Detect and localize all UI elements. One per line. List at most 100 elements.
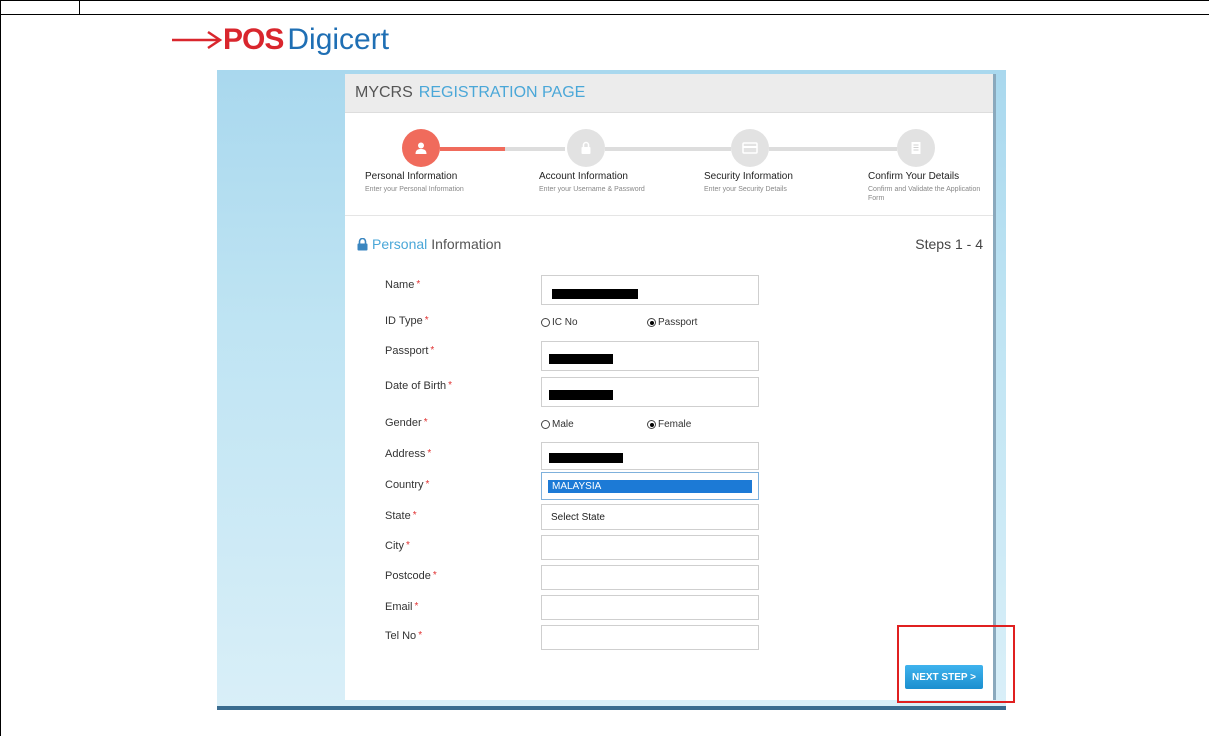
progress-steps: Personal Information Enter your Personal…	[345, 119, 993, 219]
step-2-title: Account Information	[539, 171, 628, 182]
tel-input[interactable]	[541, 625, 759, 650]
required-marker: *	[414, 601, 419, 612]
page-title-primary: MYCRS	[355, 84, 413, 101]
background-bottom-strip	[217, 706, 1006, 710]
passport-label: Passport *	[385, 345, 434, 357]
required-marker: *	[430, 345, 435, 356]
idtype-option-ic[interactable]: IC No	[541, 317, 578, 328]
email-label: Email *	[385, 601, 418, 613]
frame-cell-divider	[79, 0, 80, 14]
step-1-circle[interactable]	[402, 129, 440, 167]
frame-left-border	[0, 0, 1, 736]
required-marker: *	[424, 315, 429, 326]
radio-female[interactable]	[647, 420, 656, 429]
idtype-option-passport[interactable]: Passport	[647, 317, 697, 328]
country-selected-value: MALAYSIA	[548, 480, 752, 493]
logo: POS Digicert	[170, 20, 389, 60]
gender-option-female[interactable]: Female	[647, 419, 691, 430]
name-label-text: Name	[385, 279, 415, 291]
frame-top-border	[0, 0, 1209, 1]
required-marker: *	[412, 510, 417, 521]
step-2-subtitle: Enter your Username & Password	[539, 186, 645, 193]
radio-male[interactable]	[541, 420, 550, 429]
registration-card: MYCRS REGISTRATION PAGE Personal Informa…	[345, 74, 996, 700]
required-marker: *	[427, 448, 432, 459]
tel-label: Tel No *	[385, 630, 422, 642]
redaction-bar	[549, 453, 623, 463]
step-1-subtitle: Enter your Personal Information	[365, 186, 464, 193]
email-input[interactable]	[541, 595, 759, 620]
section-title: Personal Information	[357, 236, 501, 252]
highlight-box	[897, 625, 1015, 703]
required-marker: *	[418, 630, 423, 641]
tel-label-text: Tel No	[385, 630, 417, 642]
radio-ic[interactable]	[541, 318, 550, 327]
step-4-circle[interactable]	[897, 129, 935, 167]
redaction-bar	[549, 354, 613, 364]
step-2-circle[interactable]	[567, 129, 605, 167]
required-marker: *	[423, 417, 428, 428]
card-icon	[742, 142, 758, 154]
country-label: Country *	[385, 479, 429, 491]
frame-row-divider	[0, 14, 1209, 15]
postcode-label: Postcode *	[385, 570, 437, 582]
section-title-rest: Information	[431, 236, 502, 252]
radio-ic-label: IC No	[552, 317, 578, 328]
passport-input[interactable]	[541, 341, 759, 371]
postcode-input[interactable]	[541, 565, 759, 590]
dob-input[interactable]	[541, 377, 759, 407]
steps-divider	[345, 215, 993, 216]
required-marker: *	[448, 380, 453, 391]
redaction-bar	[552, 289, 638, 299]
logo-pos-text: POS	[223, 23, 284, 56]
state-label-text: State	[385, 510, 411, 522]
address-input[interactable]	[541, 442, 759, 470]
country-select[interactable]: MALAYSIA	[541, 472, 759, 500]
redaction-bar	[549, 390, 613, 400]
state-selected-value: Select State	[551, 512, 605, 523]
steps-counter: Steps 1 - 4	[915, 236, 983, 252]
step-4-subtitle: Confirm and Validate the Application For…	[868, 186, 981, 202]
gender-label-text: Gender	[385, 417, 422, 429]
red-arrow-icon	[172, 30, 223, 50]
required-marker: *	[416, 279, 421, 290]
gender-option-male[interactable]: Male	[541, 419, 574, 430]
step-connector-3	[769, 147, 897, 151]
idtype-label: ID Type *	[385, 315, 429, 327]
gender-label: Gender *	[385, 417, 428, 429]
email-label-text: Email	[385, 601, 413, 613]
city-label-text: City	[385, 540, 404, 552]
state-select[interactable]: Select State	[541, 504, 759, 530]
document-icon	[911, 142, 921, 154]
name-label: Name *	[385, 279, 420, 291]
radio-passport-label: Passport	[658, 317, 698, 328]
step-3-title: Security Information	[704, 171, 793, 182]
step-4-title: Confirm Your Details	[868, 171, 960, 182]
padlock-icon	[357, 237, 368, 250]
postcode-label-text: Postcode	[385, 570, 431, 582]
step-3-circle[interactable]	[731, 129, 769, 167]
section-title-highlight: Personal	[372, 236, 428, 252]
step-1-title: Personal Information	[365, 171, 458, 182]
required-marker: *	[425, 479, 430, 490]
address-label-text: Address	[385, 448, 426, 460]
page-title: MYCRS REGISTRATION PAGE	[355, 84, 585, 102]
page-title-secondary: REGISTRATION PAGE	[418, 84, 586, 101]
card-header: MYCRS REGISTRATION PAGE	[345, 74, 993, 113]
dob-label: Date of Birth *	[385, 380, 452, 392]
city-input[interactable]	[541, 535, 759, 560]
country-label-text: Country	[385, 479, 424, 491]
city-label: City *	[385, 540, 410, 552]
radio-female-label: Female	[658, 419, 692, 430]
user-icon	[415, 142, 427, 154]
required-marker: *	[432, 570, 437, 581]
step-3-subtitle: Enter your Security Details	[704, 186, 787, 193]
name-input[interactable]	[541, 275, 759, 305]
step-connector-1b	[505, 147, 565, 151]
idtype-label-text: ID Type	[385, 315, 423, 327]
required-marker: *	[405, 540, 410, 551]
address-label: Address *	[385, 448, 431, 460]
radio-passport[interactable]	[647, 318, 656, 327]
state-label: State *	[385, 510, 417, 522]
passport-label-text: Passport	[385, 345, 429, 357]
